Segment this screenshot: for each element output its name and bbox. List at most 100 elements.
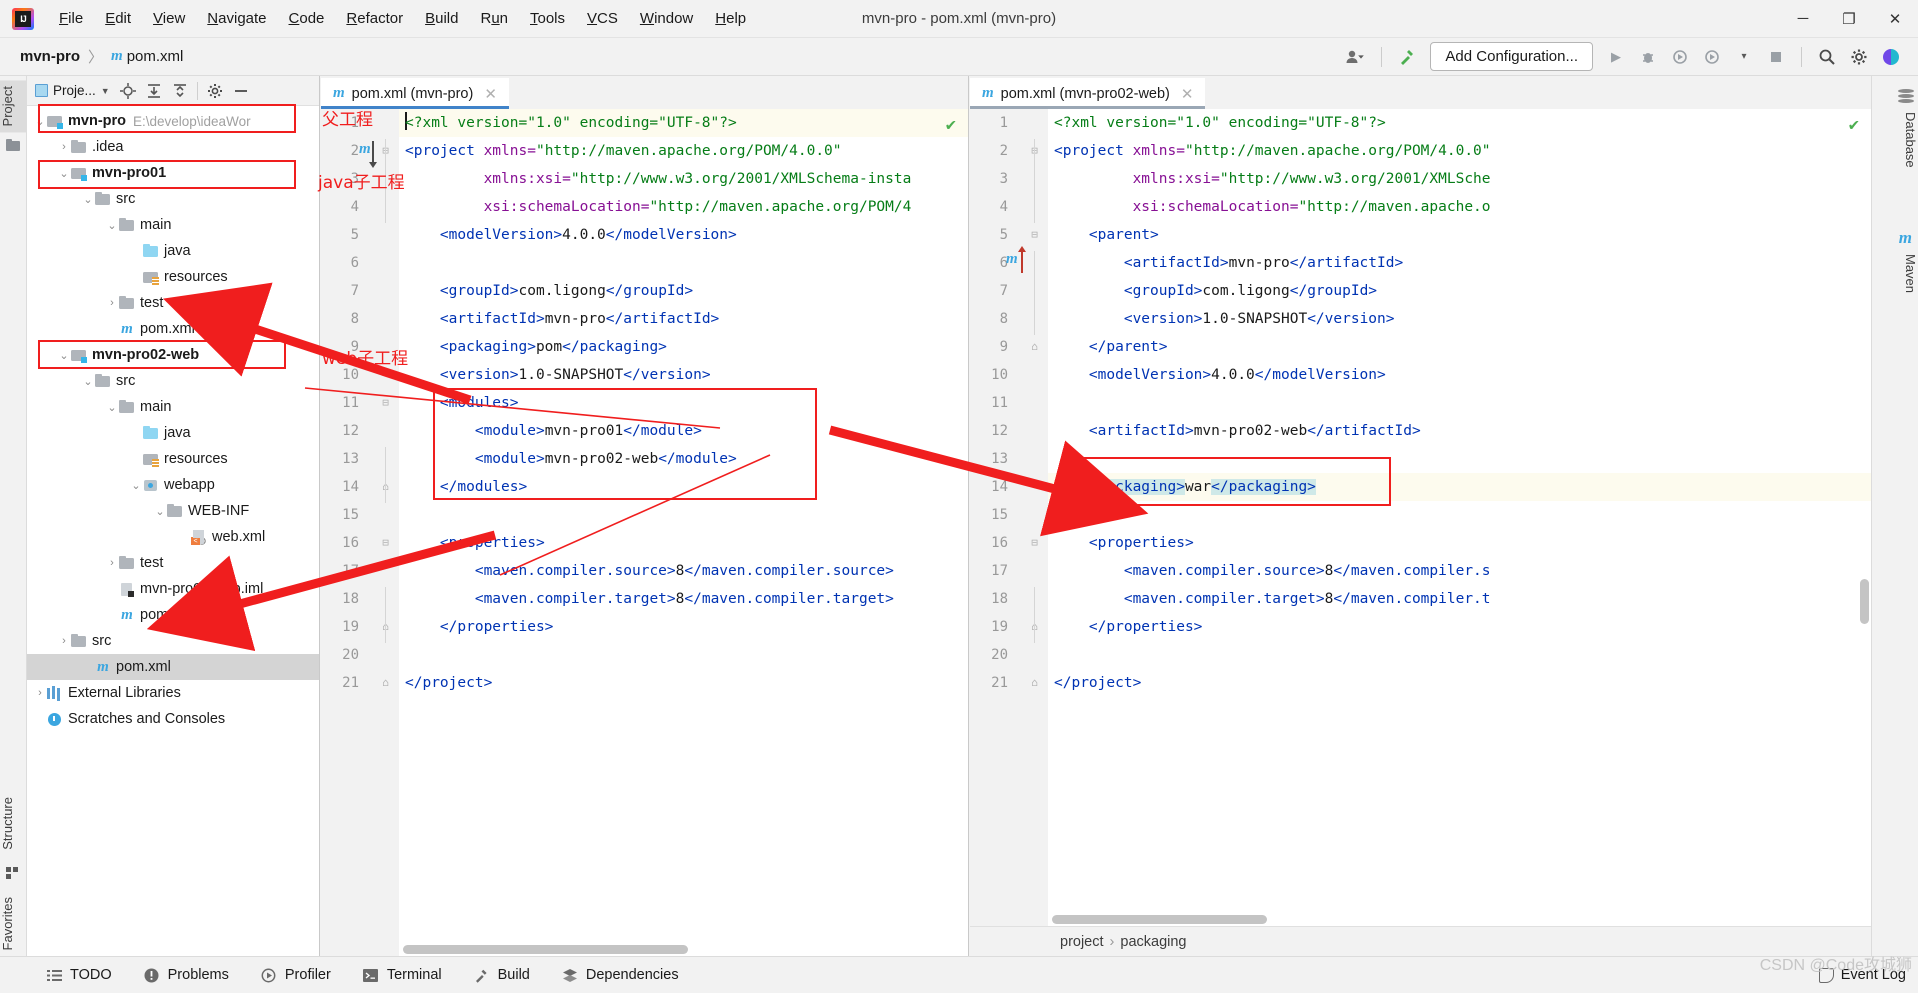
code-fold-toggle[interactable]: ⊟ — [1028, 221, 1041, 249]
horizontal-scrollbar-right[interactable] — [1052, 915, 1267, 924]
breadcrumb-file[interactable]: pom.xml — [127, 48, 184, 65]
bottom-item-terminal[interactable]: Terminal — [347, 963, 458, 987]
menu-refactor[interactable]: Refactor — [335, 6, 414, 31]
tree-node-pom-xml[interactable]: m pom.xml — [27, 316, 319, 342]
code-fold-toggle[interactable]: ⊟ — [379, 389, 392, 417]
bottom-item-todo[interactable]: TODO — [30, 963, 128, 987]
bottom-item-dependencies[interactable]: Dependencies — [546, 963, 695, 987]
code-fold-toggle[interactable]: ⌂ — [1028, 669, 1041, 697]
chevron-right-icon[interactable]: › — [33, 687, 47, 699]
chevron-right-icon[interactable]: › — [57, 141, 71, 153]
settings-gear-icon[interactable] — [1844, 43, 1874, 71]
avatar-dropdown-icon[interactable] — [1341, 43, 1371, 71]
tree-node-mvn-pro02-web[interactable]: ⌄ mvn-pro02-web — [27, 342, 319, 368]
code-fold-toggle[interactable]: ⌂ — [1028, 333, 1041, 361]
chevron-down-icon[interactable]: ⌄ — [57, 349, 71, 362]
chevron-right-icon[interactable]: › — [105, 557, 119, 569]
event-log-button[interactable]: Event Log — [1818, 967, 1906, 983]
tree-node-webapp[interactable]: ⌄ webapp — [27, 472, 319, 498]
maven-reimport-icon[interactable]: m — [359, 141, 371, 158]
chevron-right-icon[interactable]: › — [57, 635, 71, 647]
maven-reimport-icon[interactable]: m — [1006, 251, 1018, 268]
tab-pom-mvn-pro02-web[interactable]: m pom.xml (mvn-pro02-web) ✕ — [970, 78, 1206, 109]
code-fold-toggle[interactable]: ⊟ — [379, 529, 392, 557]
tree-node-mvn-pro02-web-iml[interactable]: mvn-pro02-web.iml — [27, 576, 319, 602]
tab-pom-mvn-pro[interactable]: m pom.xml (mvn-pro) ✕ — [321, 78, 509, 109]
sidebar-item-maven[interactable]: Maven — [1894, 254, 1918, 293]
sidebar-item-database[interactable]: Database — [1894, 112, 1918, 168]
menu-run[interactable]: Run — [469, 6, 519, 31]
menu-tools[interactable]: Tools — [519, 6, 576, 31]
bottom-item-profiler[interactable]: Profiler — [245, 963, 347, 987]
chevron-down-icon[interactable]: ⌄ — [105, 401, 119, 414]
menu-file[interactable]: File — [48, 6, 94, 31]
chevron-down-icon[interactable]: ⌄ — [57, 167, 71, 180]
settings-gear-icon[interactable] — [203, 79, 227, 103]
tree-node-src[interactable]: › src — [27, 628, 319, 654]
tree-node-web-xml[interactable]: < web.xml — [27, 524, 319, 550]
tree-node-mvn-pro01[interactable]: ⌄ mvn-pro01 — [27, 160, 319, 186]
add-configuration-button[interactable]: Add Configuration... — [1430, 42, 1593, 71]
menu-code[interactable]: Code — [278, 6, 336, 31]
locate-target-icon[interactable] — [116, 79, 140, 103]
profile-icon[interactable] — [1697, 43, 1727, 71]
code-editor-left[interactable]: 12⊟34567891011⊟121314⌂1516⊟171819⌂2021⌂ … — [321, 109, 968, 956]
vertical-scrollbar-right[interactable] — [1860, 579, 1869, 624]
chevron-down-icon[interactable]: ⌄ — [153, 505, 167, 518]
tree-node--idea[interactable]: › .idea — [27, 134, 319, 160]
tree-node-external-libraries[interactable]: › External Libraries — [27, 680, 319, 706]
tree-node-pom-xml[interactable]: m pom.xml — [27, 654, 319, 680]
chevron-down-icon[interactable]: ⌄ — [81, 193, 95, 206]
tree-node-resources[interactable]: resources — [27, 446, 319, 472]
tree-node-src[interactable]: ⌄ src — [27, 186, 319, 212]
sidebar-item-project[interactable]: Project — [0, 80, 27, 133]
minimize-button[interactable]: ─ — [1780, 0, 1826, 38]
tree-node-java[interactable]: java — [27, 238, 319, 264]
bottom-item-problems[interactable]: Problems — [128, 963, 245, 987]
menu-build[interactable]: Build — [414, 6, 469, 31]
breadcrumb-project-node[interactable]: project — [1060, 934, 1104, 950]
tree-node-main[interactable]: ⌄ main — [27, 212, 319, 238]
code-editor-right[interactable]: 12⊟345⊟6789⌂10111213141516⊟171819⌂2021⌂ … — [970, 109, 1871, 926]
code-fold-toggle[interactable]: ⌂ — [379, 669, 392, 697]
stop-icon[interactable] — [1761, 43, 1791, 71]
build-hammer-icon[interactable] — [1392, 43, 1422, 71]
code-fold-toggle[interactable]: ⊟ — [1028, 529, 1041, 557]
chevron-down-icon[interactable]: ▾ — [1729, 43, 1759, 71]
tree-node-mvn-pro[interactable]: ⌄ mvn-pro E:\develop\ideaWor — [27, 108, 319, 134]
chevron-down-icon[interactable]: ⌄ — [129, 479, 143, 492]
hide-panel-icon[interactable] — [229, 79, 253, 103]
menu-navigate[interactable]: Navigate — [196, 6, 277, 31]
expand-all-icon[interactable] — [142, 79, 166, 103]
run-icon[interactable]: ▶ — [1601, 43, 1631, 71]
close-icon[interactable]: ✕ — [484, 85, 497, 103]
maximize-button[interactable]: ❐ — [1826, 0, 1872, 38]
menu-help[interactable]: Help — [704, 6, 757, 31]
search-icon[interactable] — [1812, 43, 1842, 71]
menu-window[interactable]: Window — [629, 6, 704, 31]
sidebar-item-favorites[interactable]: Favorites — [0, 891, 27, 956]
sidebar-item-structure[interactable]: Structure — [0, 791, 27, 856]
breadcrumb-project[interactable]: mvn-pro — [20, 48, 80, 65]
chevron-down-icon[interactable]: ⌄ — [33, 115, 47, 128]
tree-node-src[interactable]: ⌄ src — [27, 368, 319, 394]
tree-node-web-inf[interactable]: ⌄ WEB-INF — [27, 498, 319, 524]
chevron-right-icon[interactable]: › — [105, 297, 119, 309]
run-coverage-icon[interactable] — [1665, 43, 1695, 71]
close-icon[interactable]: ✕ — [1181, 85, 1194, 103]
bottom-item-build[interactable]: Build — [458, 963, 546, 987]
menu-view[interactable]: View — [142, 6, 196, 31]
tree-node-test[interactable]: › test — [27, 290, 319, 316]
tree-node-test[interactable]: › test — [27, 550, 319, 576]
chevron-down-icon[interactable]: ⌄ — [105, 219, 119, 232]
tree-node-main[interactable]: ⌄ main — [27, 394, 319, 420]
menu-edit[interactable]: Edit — [94, 6, 142, 31]
horizontal-scrollbar-left[interactable] — [403, 945, 688, 954]
project-view-selector[interactable]: Proje... ▼ — [31, 81, 114, 100]
tree-node-java[interactable]: java — [27, 420, 319, 446]
tree-node-resources[interactable]: resources — [27, 264, 319, 290]
tree-node-pom-xml[interactable]: m pom.xml — [27, 602, 319, 628]
close-button[interactable]: ✕ — [1872, 0, 1918, 38]
ide-help-icon[interactable] — [1876, 43, 1906, 71]
tree-node-scratches-and-consoles[interactable]: Scratches and Consoles — [27, 706, 319, 732]
